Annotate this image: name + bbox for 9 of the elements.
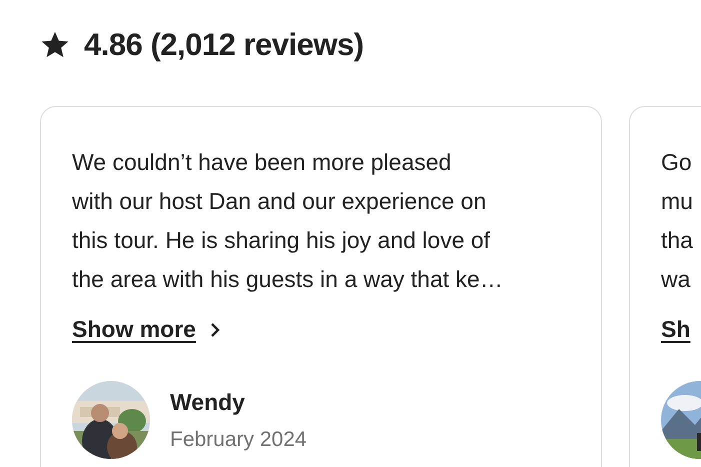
show-more-link[interactable]: Sh [661, 316, 690, 343]
author-name: Wendy [170, 388, 246, 416]
star-icon [40, 30, 70, 60]
review-text: Go mu tha wa [661, 148, 694, 294]
rating-summary: 4.86 (2,012 reviews) [84, 27, 364, 63]
review-date: February 2024 [170, 428, 307, 452]
chevron-icon [210, 322, 220, 338]
review-text: We couldn’t have been more pleased with our host Dan and our experience on this tour. He is sharing his joy and love of the area with his guests in a way that ke… [72, 148, 504, 294]
show-more-link[interactable]: Show more [72, 316, 220, 343]
